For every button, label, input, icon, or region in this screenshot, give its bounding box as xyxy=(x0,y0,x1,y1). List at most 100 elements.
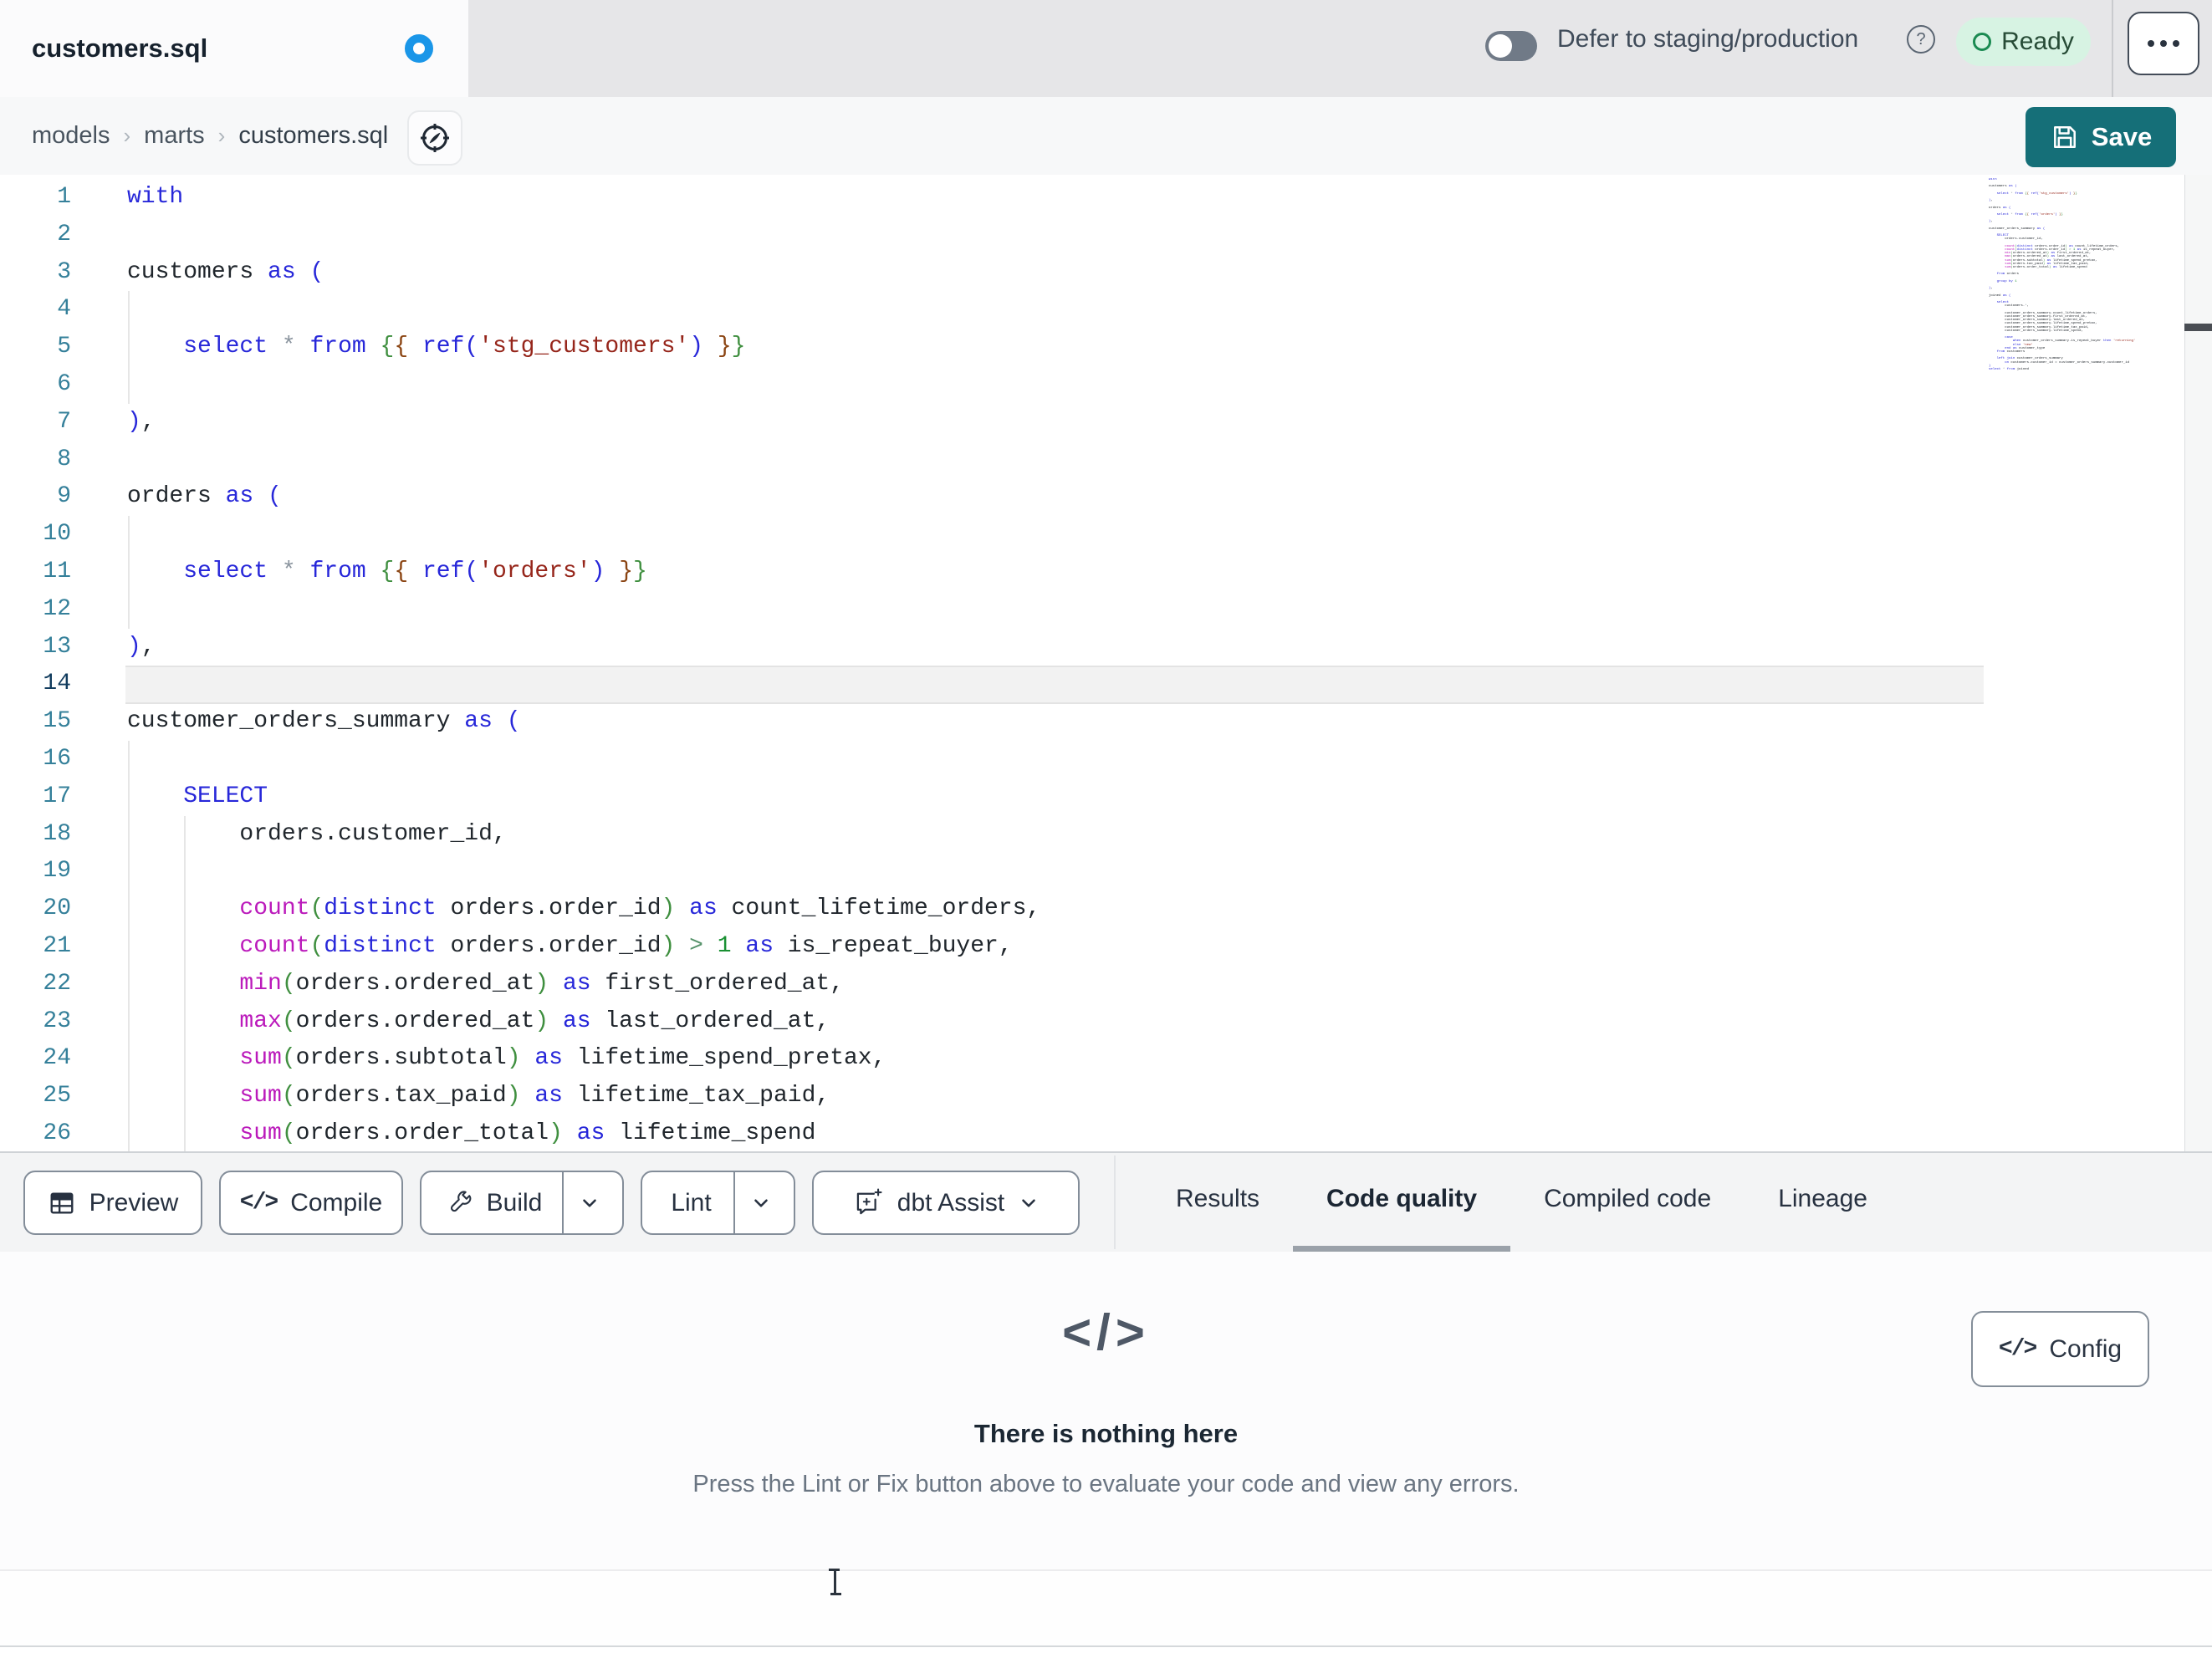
line-number: 1 xyxy=(57,184,71,210)
indent-guide xyxy=(128,291,130,329)
code-line[interactable]: customers as ( xyxy=(127,254,324,292)
empty-state-subtitle: Press the Lint or Fix button above to ev… xyxy=(692,1471,1520,1497)
code-icon: </> xyxy=(239,1190,278,1216)
breadcrumb-separator: › xyxy=(123,123,131,148)
minimap[interactable]: with customers as ( select * from {{ ref… xyxy=(1989,178,2183,379)
build-button[interactable]: Build xyxy=(428,1189,563,1217)
empty-state-title: There is nothing here xyxy=(973,1419,1239,1448)
code-line[interactable]: count(distinct orders.order_id) > 1 as i… xyxy=(127,928,1013,966)
code-line[interactable]: customer_orders_summary as ( xyxy=(127,703,521,741)
more-options-button[interactable] xyxy=(2128,12,2199,75)
code-line[interactable]: sum(orders.tax_paid) as lifetime_tax_pai… xyxy=(127,1078,830,1115)
line-number: 9 xyxy=(57,483,71,510)
file-tab-title: customers.sql xyxy=(32,33,208,63)
indent-guide xyxy=(128,329,130,366)
line-number: 7 xyxy=(57,408,71,435)
build-split-button[interactable]: Build xyxy=(420,1171,624,1235)
tab-code-quality[interactable]: Code quality xyxy=(1293,1151,1511,1252)
toggle-knob xyxy=(1489,34,1512,58)
line-number: 21 xyxy=(43,933,71,959)
build-button-label: Build xyxy=(486,1188,543,1217)
toolbar-tabs-divider xyxy=(1114,1156,1116,1249)
indent-guide xyxy=(128,741,130,778)
line-number: 24 xyxy=(43,1045,71,1072)
results-tab-bar: Results Code quality Compiled code Lineage xyxy=(1142,1151,1901,1252)
code-line[interactable]: select * from {{ ref('stg_customers') }} xyxy=(127,329,745,366)
lint-button[interactable]: Lint xyxy=(649,1189,733,1217)
wrench-icon xyxy=(448,1190,475,1217)
chat-sparkle-icon xyxy=(852,1187,884,1219)
line-number: 18 xyxy=(43,820,71,847)
line-number: 16 xyxy=(43,746,71,772)
line-number: 17 xyxy=(43,783,71,809)
defer-label: Defer to staging/production xyxy=(1557,24,1859,53)
code-line[interactable]: ), xyxy=(127,629,156,666)
indent-guide xyxy=(128,554,130,591)
file-header-row: models › marts › customers.sql Save xyxy=(0,97,2212,176)
file-tab-customers-sql[interactable]: customers.sql xyxy=(0,0,468,97)
explore-lineage-button[interactable] xyxy=(407,110,462,166)
preview-button[interactable]: Preview xyxy=(23,1171,202,1235)
lint-button-label: Lint xyxy=(671,1188,712,1217)
dbt-assist-button-label: dbt Assist xyxy=(897,1188,1005,1217)
code-line[interactable]: with xyxy=(127,179,183,217)
indent-guide xyxy=(184,965,186,1003)
line-number: 10 xyxy=(43,521,71,548)
defer-toggle[interactable] xyxy=(1485,31,1537,61)
breadcrumb-item[interactable]: marts xyxy=(144,122,205,150)
line-number: 14 xyxy=(43,671,71,697)
indent-guide xyxy=(128,366,130,404)
chevron-down-icon xyxy=(579,1192,600,1214)
table-icon xyxy=(48,1189,76,1217)
breadcrumb-item[interactable]: customers.sql xyxy=(238,122,388,150)
editor-scrollbar-thumb[interactable] xyxy=(2184,324,2212,331)
code-line[interactable]: select * from {{ ref('orders') }} xyxy=(127,554,647,591)
compile-button[interactable]: </> Compile xyxy=(219,1171,403,1235)
code-line[interactable]: max(orders.ordered_at) as last_ordered_a… xyxy=(127,1003,830,1041)
breadcrumb: models › marts › customers.sql xyxy=(32,97,388,175)
breadcrumb-item[interactable]: models xyxy=(32,122,110,150)
floppy-icon xyxy=(2050,122,2080,152)
code-quality-panel: </> Config </> There is nothing here Pre… xyxy=(0,1252,2212,1569)
code-line[interactable]: ), xyxy=(127,404,156,441)
save-button-label: Save xyxy=(2091,122,2153,151)
text-cursor xyxy=(823,1569,846,1595)
code-line[interactable]: min(orders.ordered_at) as first_ordered_… xyxy=(127,965,844,1003)
code-line[interactable]: sum(orders.subtotal) as lifetime_spend_p… xyxy=(127,1040,886,1079)
tab-compiled-code[interactable]: Compiled code xyxy=(1510,1151,1745,1252)
status-ring-icon xyxy=(1973,33,1992,51)
indent-guide xyxy=(128,815,130,854)
chevron-down-icon xyxy=(750,1192,772,1214)
lint-options-button[interactable] xyxy=(735,1192,787,1214)
editor-scrollbar[interactable] xyxy=(2184,175,2212,1151)
code-line[interactable]: count(distinct orders.order_id) as count… xyxy=(127,890,1040,928)
indent-guide xyxy=(184,890,186,928)
code-line[interactable]: SELECT xyxy=(127,778,268,816)
code-line[interactable]: orders as ( xyxy=(127,478,282,516)
compile-button-label: Compile xyxy=(290,1188,383,1217)
line-number: 22 xyxy=(43,970,71,997)
code-editor[interactable]: 1 2 3 4 5 6 7 8 9 10 11 12 13 14 15 16 17 18 19 20 21 22 23 24 2… xyxy=(0,175,2212,1151)
indent-guide xyxy=(128,853,130,891)
code-line[interactable]: sum(orders.order_total) as lifetime_spen… xyxy=(127,1115,815,1151)
indent-guide xyxy=(184,1003,186,1041)
line-number: 3 xyxy=(57,258,71,285)
build-options-button[interactable] xyxy=(564,1192,616,1214)
status-bar xyxy=(0,1569,2212,1647)
indent-guide xyxy=(184,1078,186,1115)
help-icon[interactable]: ? xyxy=(1907,25,1935,54)
tab-lineage[interactable]: Lineage xyxy=(1745,1151,1901,1252)
indent-guide xyxy=(128,890,130,928)
ellipsis-icon xyxy=(2148,40,2154,47)
lint-split-button[interactable]: Lint xyxy=(641,1171,795,1235)
save-button[interactable]: Save xyxy=(2026,107,2176,167)
dbt-assist-button[interactable]: dbt Assist xyxy=(812,1171,1080,1235)
line-number: 19 xyxy=(43,858,71,885)
line-number: 6 xyxy=(57,371,71,397)
tab-results[interactable]: Results xyxy=(1142,1151,1293,1252)
code-icon: </> xyxy=(1062,1304,1150,1360)
code-line[interactable]: orders.customer_id, xyxy=(127,815,507,854)
indent-guide xyxy=(184,815,186,854)
indent-guide xyxy=(128,516,130,554)
breadcrumb-separator: › xyxy=(217,123,226,148)
